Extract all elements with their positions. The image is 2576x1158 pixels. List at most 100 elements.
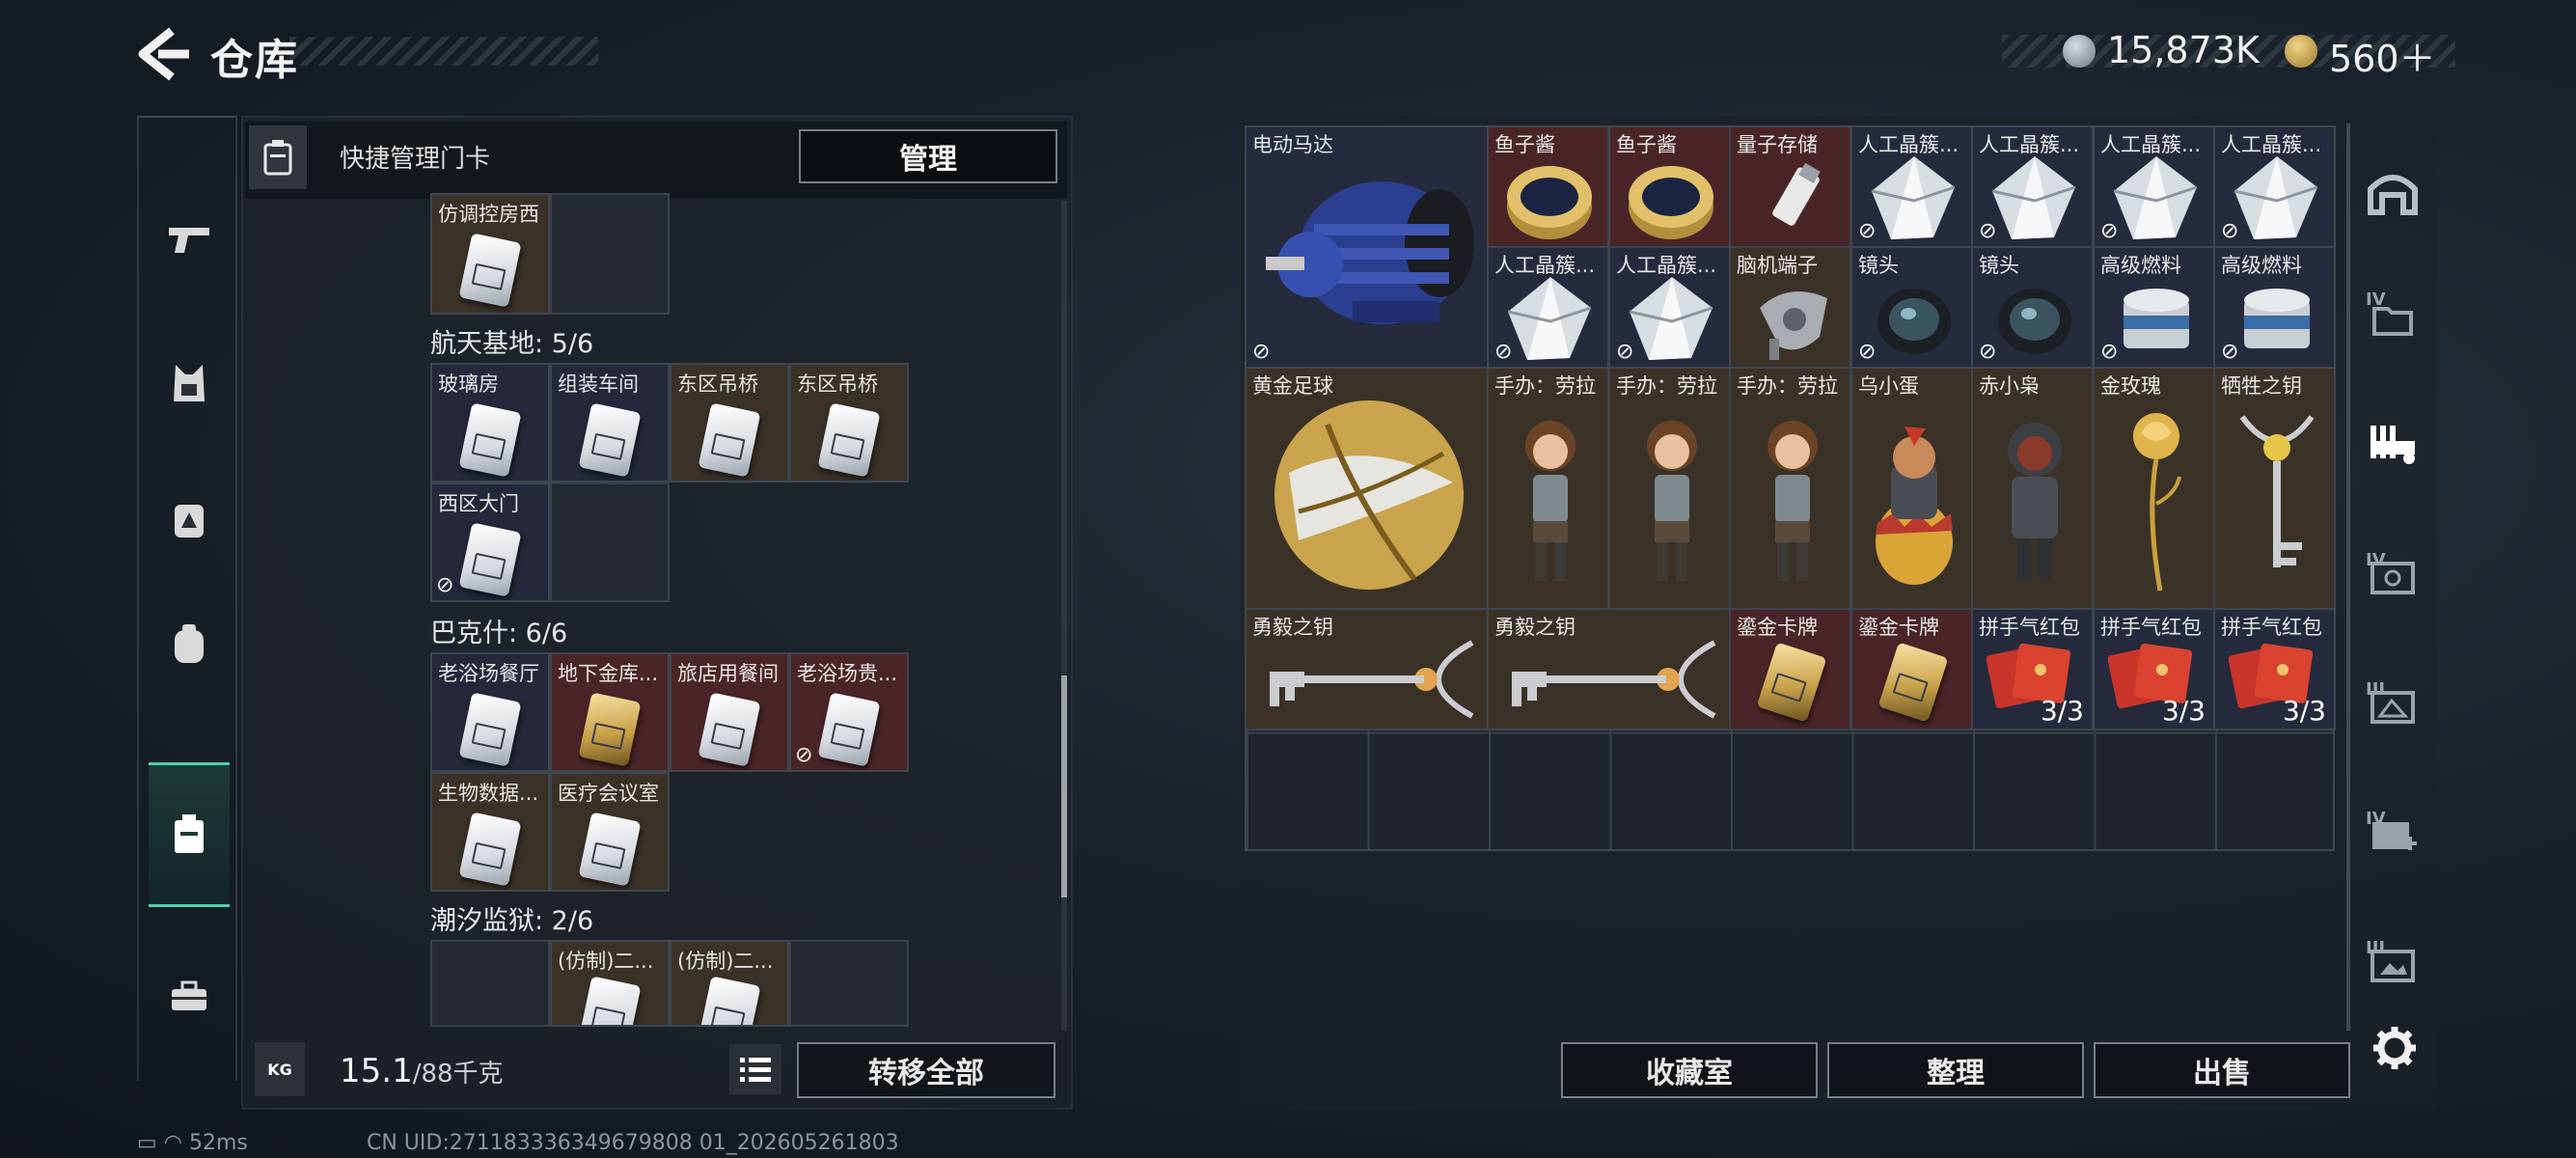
stash-item-caviar[interactable]: 鱼子酱 [1608,125,1731,248]
crystal-image [1871,156,1956,239]
keycard-slot[interactable]: 老浴场贵... ⊘ [789,652,909,772]
keycard-scrollbar[interactable] [1061,201,1067,1031]
list-view-button[interactable] [729,1044,781,1094]
stash-item-red-envelope[interactable]: 拼手气红包 3/3 [1971,608,2094,731]
settings-button[interactable] [2370,1023,2420,1073]
keycard-slot[interactable]: 东区吊桥 [789,363,909,482]
backpack-icon[interactable] [149,571,230,716]
collection-room-button[interactable]: 收藏室 [1561,1042,1818,1098]
gold-currency-amount[interactable]: 560＋ [2329,29,2436,82]
keycard-slot[interactable]: 组装车间 [550,363,670,482]
bound-lock-icon: ⊘ [1858,219,1877,243]
stash-item-lara-figure[interactable]: 手办：劳拉 [1729,367,1851,610]
keycard-scrollbar-thumb[interactable] [1061,676,1067,897]
stash-item-premium-fuel[interactable]: 高级燃料 ⊘ [2093,246,2215,369]
keycard-slot[interactable]: (仿制)二... [550,940,670,1027]
manage-button[interactable]: 管理 [799,129,1057,183]
keycard-case-icon [249,125,307,189]
stash-item-valor-key[interactable]: 勇毅之钥 [1487,608,1731,731]
keycard-slot[interactable]: 医疗会议室 [550,772,670,892]
organize-button[interactable]: 整理 [1827,1042,2084,1098]
backpack-warning-icon[interactable] [149,446,230,591]
safe-icon[interactable] [2362,546,2424,608]
vest-icon[interactable] [149,311,230,455]
caviar-tin-image [1507,166,1592,239]
stash-item-artificial-crystal[interactable]: 人工晶簇... ⊘ [2093,125,2215,248]
gear-icon [2373,1027,2416,1069]
stash-item-chi-xiaoxiao[interactable]: 赤小枭 [1971,367,2094,610]
stash-item-wu-xiaodan[interactable]: 乌小蛋 [1850,367,1973,610]
fuel-can-image [2244,289,2310,348]
stash-item-lens[interactable]: 镜头 ⊘ [1850,246,1973,369]
keycard-image [578,402,642,478]
keycard-image [578,692,642,767]
stash-item-red-envelope[interactable]: 拼手气红包 3/3 [2213,608,2336,731]
keycard-label: 东区吊桥 [797,372,878,396]
back-button[interactable] [135,27,193,81]
stash-item-premium-fuel[interactable]: 高级燃料 ⊘ [2213,246,2336,369]
keycard-label: 组装车间 [558,372,639,396]
item-count: 3/3 [2161,695,2206,727]
stash-item-artificial-crystal[interactable]: 人工晶簇... ⊘ [1487,246,1609,369]
stash-item-valor-key[interactable]: 勇毅之钥 [1245,608,1489,731]
item-count: 3/3 [2040,695,2084,727]
keycard-case-icon[interactable] [149,762,230,907]
medical-kit-icon[interactable] [2362,805,2424,867]
keycard-label: 生物数据... [438,782,539,805]
toolbox-icon[interactable] [149,924,230,1068]
lara-figure-image [1768,421,1818,581]
stash-item-red-envelope[interactable]: 拼手气红包 3/3 [2093,608,2215,731]
bound-lock-icon: ⊘ [1979,219,1997,243]
stash-item-golden-rose[interactable]: 金玫瑰 [2093,367,2215,610]
stash-item-caviar[interactable]: 鱼子酱 [1487,125,1609,248]
keycard-slot[interactable]: 生物数据... [430,772,550,892]
keycard-slot[interactable]: 玻璃房 [430,363,550,482]
keycard-slot[interactable]: 西区大门 ⊘ [430,482,550,602]
keycard-slot[interactable]: 老浴场餐厅 [430,652,550,772]
stash-item-lara-figure[interactable]: 手办：劳拉 [1608,367,1731,610]
transfer-all-button[interactable]: 转移全部 [797,1042,1055,1098]
keycard-image [458,692,522,767]
stash-item-lara-figure[interactable]: 手办：劳拉 [1487,367,1609,610]
electric-motor-image [1266,181,1474,324]
stash-item-golden-football[interactable]: 黄金足球 [1245,367,1489,610]
stash-item-lens[interactable]: 镜头 ⊘ [1971,246,2094,369]
bound-lock-icon: ⊘ [1979,340,1997,364]
stash-item-brain-interface[interactable]: 脑机端子 [1729,246,1851,369]
gallery-icon[interactable] [2362,676,2424,737]
stash-item-artificial-crystal[interactable]: 人工晶簇... ⊘ [2213,125,2336,248]
gun-icon[interactable] [149,166,230,311]
stash-item-electric-motor[interactable]: 电动马达 ⊘ [1245,125,1489,369]
stash-item-gilded-card[interactable]: 鎏金卡牌 [1850,608,1973,731]
stash-item-artificial-crystal[interactable]: 人工晶簇... ⊘ [1608,246,1731,369]
left-category-rail [137,116,237,1081]
list-icon [740,1058,771,1082]
gilded-card-image [1877,642,1949,723]
keycard-label: 旅店用餐间 [677,662,779,685]
keycard-slot[interactable]: (仿制)二... [670,940,789,1027]
keycard-label: 玻璃房 [438,372,499,396]
keycard-panel-title: 快捷管理门卡 [340,145,491,174]
lara-figure-image [1525,421,1576,581]
stash-item-artificial-crystal[interactable]: 人工晶簇... ⊘ [1850,125,1973,248]
stash-item-quantum-storage[interactable]: 量子存储 [1729,125,1851,248]
bound-lock-icon: ⊘ [436,573,454,597]
keycard-image [578,812,642,887]
item-label: 金玫瑰 [2100,374,2161,398]
item-label: 鱼子酱 [1616,133,1677,156]
sell-button[interactable]: 出售 [2094,1042,2350,1098]
keycard-slot[interactable]: 仿调控房西 [430,193,550,315]
keycard-slot[interactable]: 旅店用餐间 [670,652,789,772]
vault-icon[interactable] [2362,162,2424,224]
section-title-aerospace-base: 航天基地: 5/6 [430,329,594,359]
stash-item-artificial-crystal[interactable]: 人工晶簇... ⊘ [1971,125,2094,248]
folder-icon[interactable] [2362,288,2424,349]
keycard-slot[interactable]: 东区吊桥 [670,363,789,482]
ornate-key-image [1512,640,1716,719]
stash-item-gilded-card[interactable]: 鎏金卡牌 [1729,608,1851,731]
display-case-icon[interactable] [2362,934,2424,996]
gun-rack-icon[interactable] [2362,413,2424,475]
keycard-slot[interactable]: 地下金库... [550,652,670,772]
stash-item-sacrifice-key[interactable]: 牺牲之钥 [2213,367,2336,610]
keycard-image [817,692,881,767]
